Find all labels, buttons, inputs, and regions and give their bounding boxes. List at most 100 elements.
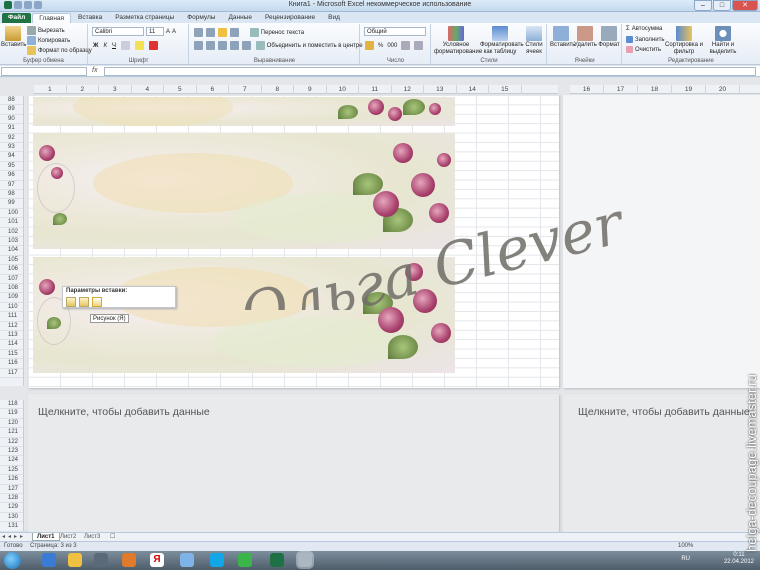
row-header[interactable]: 96 (0, 171, 23, 181)
column-header[interactable]: 18 (638, 85, 672, 94)
row-header[interactable]: 88 (0, 96, 23, 106)
decoupage-image-top[interactable] (33, 97, 455, 126)
row-header[interactable]: 120 (0, 419, 23, 429)
number-format-select[interactable]: Общий (364, 27, 426, 36)
row-header[interactable]: 90 (0, 115, 23, 125)
add-data-hint-right[interactable]: Щелкните, чтобы добавить данные (578, 406, 750, 418)
start-button-icon[interactable] (4, 552, 21, 569)
row-header[interactable]: 111 (0, 312, 23, 322)
page-one[interactable] (28, 95, 559, 388)
column-header[interactable]: 15 (489, 85, 522, 94)
decoupage-image-middle[interactable] (33, 133, 455, 249)
wrap-text-button[interactable]: Перенос текста (250, 28, 304, 37)
currency-icon[interactable] (365, 41, 374, 50)
row-header[interactable]: 92 (0, 134, 23, 143)
row-header[interactable]: 109 (0, 293, 23, 303)
row-header[interactable]: 94 (0, 152, 23, 162)
next-sheet-icon[interactable]: ▸ (14, 533, 17, 541)
firefox-icon[interactable] (122, 553, 136, 567)
align-top-icon[interactable] (194, 28, 203, 37)
font-size-select[interactable]: 11 (146, 27, 164, 36)
row-header[interactable]: 121 (0, 428, 23, 438)
sheet-nav[interactable]: ◂ ◂ ▸ ▸ (2, 533, 23, 541)
align-left-icon[interactable] (194, 41, 203, 50)
row-header[interactable]: 112 (0, 322, 23, 331)
font-color-icon[interactable] (148, 41, 158, 50)
thousands-button[interactable]: 000 (387, 43, 397, 49)
last-sheet-icon[interactable]: ▸ (20, 533, 23, 541)
row-header[interactable]: 130 (0, 513, 23, 523)
row-header[interactable]: 126 (0, 475, 23, 485)
paste-keep-source-icon[interactable] (66, 297, 76, 307)
zoom-level[interactable]: 100% (678, 542, 693, 551)
paste-picture-icon[interactable] (92, 297, 102, 307)
insert-cells-button[interactable]: Вставить (550, 26, 575, 49)
tab-formulas[interactable]: Формулы (181, 13, 221, 23)
row-header[interactable]: 104 (0, 246, 23, 256)
row-header[interactable]: 123 (0, 447, 23, 457)
indent-increase-icon[interactable] (242, 41, 251, 50)
name-box[interactable] (1, 67, 87, 76)
column-header[interactable]: 8 (262, 85, 294, 94)
new-sheet-icon[interactable]: ☐ (106, 533, 119, 541)
row-header[interactable]: 106 (0, 265, 23, 275)
delete-cells-button[interactable]: Удалить (574, 26, 597, 49)
tab-home[interactable]: Главная (32, 13, 72, 23)
row-header[interactable]: 124 (0, 456, 23, 466)
row-header[interactable]: 128 (0, 494, 23, 504)
underline-button[interactable]: Ч (112, 43, 116, 49)
font-name-select[interactable]: Calibri (92, 27, 144, 36)
column-header[interactable]: 13 (424, 85, 457, 94)
icq-icon[interactable] (238, 553, 252, 567)
tab-insert[interactable]: Вставка (72, 13, 108, 23)
cut-button[interactable]: Вырезать (27, 26, 65, 35)
ie-icon[interactable] (42, 553, 56, 567)
row-header[interactable]: 125 (0, 466, 23, 476)
sheet-tab-2[interactable]: Лист2 (56, 533, 80, 541)
minimize-button[interactable]: – (694, 0, 712, 11)
align-middle-icon[interactable] (206, 28, 215, 37)
copy-button[interactable]: Копировать (27, 36, 70, 45)
maximize-button[interactable]: □ (713, 0, 731, 11)
yandex-icon[interactable]: Я (150, 553, 164, 567)
row-header[interactable]: 117 (0, 369, 23, 378)
align-bottom-icon[interactable] (218, 28, 227, 37)
row-header[interactable]: 116 (0, 359, 23, 369)
column-header[interactable]: 12 (392, 85, 424, 94)
row-header[interactable]: 91 (0, 124, 23, 134)
shrink-font-icon[interactable]: A (172, 29, 176, 35)
row-header[interactable]: 129 (0, 503, 23, 513)
sheet-tab-3[interactable]: Лист3 (80, 533, 104, 541)
increase-decimal-icon[interactable] (401, 41, 411, 50)
row-header[interactable]: 89 (0, 105, 23, 115)
close-button[interactable]: ✕ (732, 0, 758, 11)
autosum-button[interactable]: Σ Автосумма (626, 26, 662, 32)
row-header[interactable]: 105 (0, 256, 23, 266)
explorer-icon[interactable] (68, 553, 82, 567)
row-header[interactable]: 103 (0, 237, 23, 247)
column-header[interactable]: 2 (67, 85, 99, 94)
column-header[interactable]: 1 (34, 85, 67, 94)
tab-view[interactable]: Вид (322, 13, 346, 23)
row-header[interactable]: 100 (0, 209, 23, 219)
row-header[interactable]: 122 (0, 438, 23, 447)
row-header[interactable]: 131 (0, 522, 23, 532)
merge-center-button[interactable]: Объединить и поместить в центре (256, 41, 363, 50)
format-as-table-button[interactable]: Форматировать как таблицу (480, 26, 524, 56)
column-header[interactable]: 4 (132, 85, 164, 94)
row-header[interactable]: 113 (0, 331, 23, 341)
tab-file[interactable]: Файл (2, 13, 32, 23)
column-header[interactable]: 6 (197, 85, 229, 94)
row-header[interactable]: 127 (0, 485, 23, 494)
column-header[interactable]: 5 (164, 85, 197, 94)
row-header[interactable]: 107 (0, 275, 23, 284)
row-header[interactable]: 118 (0, 400, 23, 410)
page-three[interactable]: Щелкните, чтобы добавить данные (28, 394, 559, 532)
conditional-formatting-button[interactable]: Условное форматирование (434, 26, 482, 56)
align-right-icon[interactable] (218, 41, 227, 50)
fill-button[interactable]: Заполнить (626, 36, 664, 43)
percent-button[interactable]: % (378, 43, 383, 49)
media-center-icon[interactable] (94, 553, 108, 567)
row-header[interactable]: 114 (0, 340, 23, 350)
page-four[interactable]: Щелкните, чтобы добавить данные (563, 394, 760, 532)
